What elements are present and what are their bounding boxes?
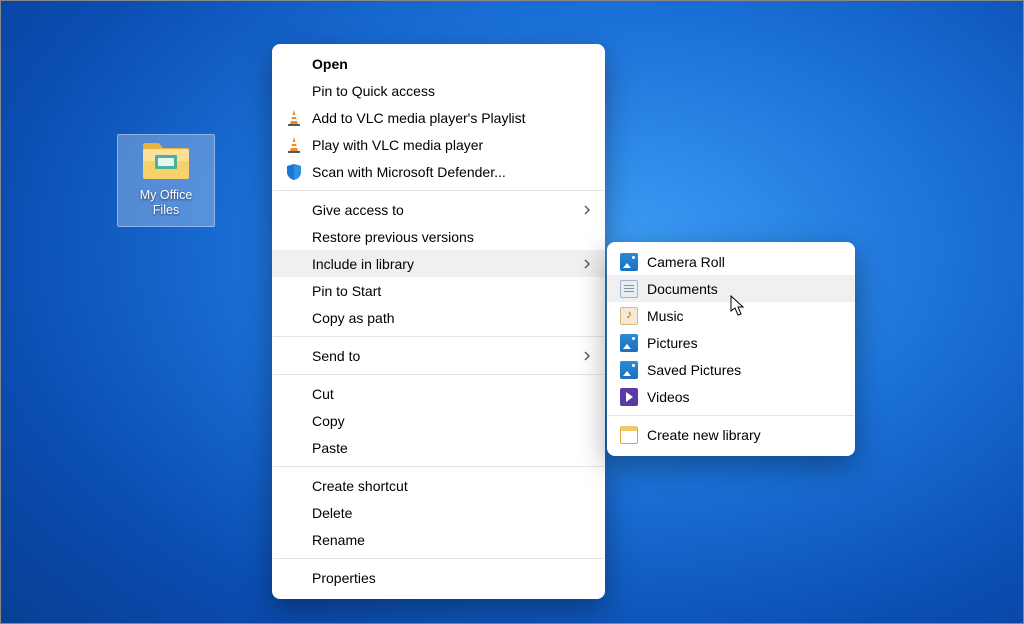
submenu-item-documents[interactable]: Documents	[607, 275, 855, 302]
vlc-cone-icon	[284, 108, 304, 128]
submenu-item-create-new-library[interactable]: Create new library	[607, 421, 855, 448]
menu-item-label: Pin to Start	[312, 283, 591, 299]
menu-separator	[273, 466, 604, 467]
menu-separator	[273, 190, 604, 191]
menu-separator	[273, 336, 604, 337]
menu-item-pin-to-start[interactable]: Pin to Start	[272, 277, 605, 304]
library-documents-icon	[619, 279, 639, 299]
library-music-icon	[619, 306, 639, 326]
menu-item-copy[interactable]: Copy	[272, 407, 605, 434]
menu-item-vlc-play[interactable]: Play with VLC media player	[272, 131, 605, 158]
shield-icon	[284, 162, 304, 182]
menu-item-pin-quick-access[interactable]: Pin to Quick access	[272, 77, 605, 104]
menu-item-label: Videos	[647, 389, 841, 405]
menu-item-copy-as-path[interactable]: Copy as path	[272, 304, 605, 331]
menu-item-label: Copy	[312, 413, 591, 429]
menu-item-label: Play with VLC media player	[312, 137, 591, 153]
submenu-item-music[interactable]: Music	[607, 302, 855, 329]
menu-item-include-in-library[interactable]: Include in library	[272, 250, 605, 277]
menu-item-label: Copy as path	[312, 310, 591, 326]
library-videos-icon	[619, 387, 639, 407]
menu-separator	[608, 415, 854, 416]
menu-item-label: Documents	[647, 281, 841, 297]
menu-separator	[273, 374, 604, 375]
menu-item-defender-scan[interactable]: Scan with Microsoft Defender...	[272, 158, 605, 185]
menu-item-label: Pictures	[647, 335, 841, 351]
chevron-right-icon	[583, 348, 591, 364]
menu-item-label: Properties	[312, 570, 591, 586]
chevron-right-icon	[583, 202, 591, 218]
menu-item-rename[interactable]: Rename	[272, 526, 605, 553]
menu-item-give-access-to[interactable]: Give access to	[272, 196, 605, 223]
menu-item-cut[interactable]: Cut	[272, 380, 605, 407]
menu-item-properties[interactable]: Properties	[272, 564, 605, 591]
library-pictures-icon	[619, 252, 639, 272]
context-menu: Open Pin to Quick access Add to VLC medi…	[272, 44, 605, 599]
library-new-icon	[619, 425, 639, 445]
menu-item-create-shortcut[interactable]: Create shortcut	[272, 472, 605, 499]
desktop[interactable]: My Office Files Open Pin to Quick access…	[0, 0, 1024, 624]
submenu-item-saved-pictures[interactable]: Saved Pictures	[607, 356, 855, 383]
menu-item-send-to[interactable]: Send to	[272, 342, 605, 369]
menu-item-label: Create new library	[647, 427, 841, 443]
menu-item-label: Give access to	[312, 202, 575, 218]
library-pictures-icon	[619, 360, 639, 380]
menu-item-label: Open	[312, 56, 591, 72]
menu-item-label: Send to	[312, 348, 575, 364]
menu-item-label: Add to VLC media player's Playlist	[312, 110, 591, 126]
library-pictures-icon	[619, 333, 639, 353]
include-in-library-submenu: Camera Roll Documents Music Pictures Sav…	[607, 242, 855, 456]
vlc-cone-icon	[284, 135, 304, 155]
menu-item-label: Saved Pictures	[647, 362, 841, 378]
submenu-item-camera-roll[interactable]: Camera Roll	[607, 248, 855, 275]
menu-item-vlc-add-playlist[interactable]: Add to VLC media player's Playlist	[272, 104, 605, 131]
menu-separator	[273, 558, 604, 559]
menu-item-label: Include in library	[312, 256, 575, 272]
menu-item-label: Music	[647, 308, 841, 324]
menu-item-label: Paste	[312, 440, 591, 456]
menu-item-open[interactable]: Open	[272, 50, 605, 77]
submenu-item-videos[interactable]: Videos	[607, 383, 855, 410]
menu-item-label: Delete	[312, 505, 591, 521]
folder-icon	[141, 141, 191, 181]
menu-item-delete[interactable]: Delete	[272, 499, 605, 526]
desktop-folder-my-office-files[interactable]: My Office Files	[118, 134, 214, 227]
menu-item-label: Rename	[312, 532, 591, 548]
chevron-right-icon	[583, 256, 591, 272]
submenu-item-pictures[interactable]: Pictures	[607, 329, 855, 356]
desktop-folder-label: My Office Files	[118, 188, 214, 218]
menu-item-label: Camera Roll	[647, 254, 841, 270]
menu-item-label: Restore previous versions	[312, 229, 591, 245]
menu-item-label: Pin to Quick access	[312, 83, 591, 99]
menu-item-label: Scan with Microsoft Defender...	[312, 164, 591, 180]
menu-item-restore-previous-versions[interactable]: Restore previous versions	[272, 223, 605, 250]
menu-item-label: Create shortcut	[312, 478, 591, 494]
menu-item-label: Cut	[312, 386, 591, 402]
menu-item-paste[interactable]: Paste	[272, 434, 605, 461]
